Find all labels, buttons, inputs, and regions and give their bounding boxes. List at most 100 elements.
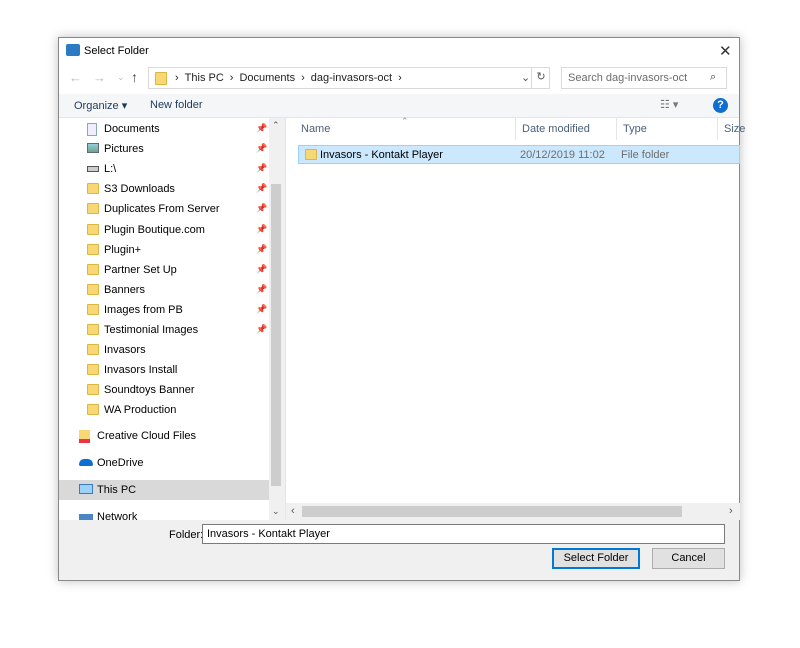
folder-icon — [87, 203, 99, 215]
breadcrumb-this-pc[interactable]: This PC — [185, 72, 224, 84]
close-button[interactable]: ✕ — [719, 42, 732, 60]
address-bar[interactable]: › This PC › Documents › dag-invasors-oct… — [148, 67, 550, 89]
pin-icon[interactable]: 📌 — [256, 143, 267, 154]
folder-icon — [305, 149, 317, 160]
pin-icon[interactable]: 📌 — [256, 163, 267, 174]
nav-item[interactable]: Plugin+ 📌 — [59, 240, 269, 260]
nav-item-label: Invasors — [104, 344, 146, 357]
organize-button[interactable]: Organize ▾ — [74, 99, 127, 112]
nav-item-label: Soundtoys Banner — [104, 384, 195, 397]
nav-item[interactable]: Invasors Install — [59, 360, 269, 380]
nav-root-item[interactable]: Creative Cloud Files — [59, 426, 269, 446]
folder-icon — [87, 404, 99, 416]
file-list-pane: ⌃ Name Date modified Type Size Invasors … — [285, 116, 745, 520]
up-button[interactable]: ↑ — [131, 69, 138, 85]
select-folder-button[interactable]: Select Folder — [552, 548, 640, 569]
nav-item[interactable]: S3 Downloads 📌 — [59, 179, 269, 199]
breadcrumb-separator: › — [301, 72, 305, 84]
nav-scrollbar[interactable]: ⌃ ⌄ — [269, 118, 283, 520]
nav-item[interactable]: WA Production — [59, 400, 269, 420]
nav-root-label: This PC — [97, 484, 137, 496]
nav-item[interactable]: Documents 📌 — [59, 119, 269, 139]
pin-icon[interactable]: 📌 — [256, 224, 267, 235]
nav-item-label: Invasors Install — [104, 364, 178, 377]
breadcrumb-separator: › — [229, 72, 234, 84]
nav-root-item[interactable]: This PC — [59, 480, 269, 500]
search-input[interactable]: Search dag-invasors-oct ⌕ — [561, 67, 727, 89]
nav-item-label: Testimonial Images — [104, 324, 199, 336]
folder-icon — [87, 183, 99, 195]
nav-item[interactable]: Invasors — [59, 340, 269, 360]
nav-item-label: Pictures — [104, 143, 144, 156]
help-icon[interactable]: ? — [713, 98, 728, 113]
refresh-button[interactable]: ↻ — [531, 67, 550, 89]
nav-item[interactable]: Soundtoys Banner — [59, 380, 269, 400]
folder-icon — [87, 243, 99, 255]
nav-item-label: L:\ — [104, 163, 117, 176]
nav-item[interactable]: Pictures 📌 — [59, 139, 269, 159]
forward-button[interactable]: → — [93, 70, 106, 85]
nav-item[interactable]: Partner Set Up 📌 — [59, 260, 269, 280]
pictures-icon — [87, 143, 99, 154]
horizontal-scroll-thumb[interactable] — [302, 506, 682, 517]
nav-item-label: WA Production — [104, 404, 177, 417]
nav-scroll-thumb[interactable] — [271, 184, 281, 486]
column-header-name[interactable]: Name — [295, 118, 516, 140]
scroll-down-icon[interactable]: ⌄ — [272, 506, 280, 517]
nav-item[interactable]: Banners 📌 — [59, 280, 269, 300]
pin-icon[interactable]: 📌 — [256, 203, 267, 214]
folder-icon — [87, 384, 99, 396]
folder-icon — [155, 72, 167, 85]
pin-icon[interactable]: 📌 — [256, 183, 267, 194]
view-options-icon[interactable]: ☷ ▾ — [660, 98, 678, 111]
nav-item[interactable]: Testimonial Images 📌 — [59, 320, 269, 340]
breadcrumb-dag-invasors-oct[interactable]: dag-invasors-oct — [311, 72, 392, 84]
nav-root-label: Network — [97, 511, 138, 523]
nav-item[interactable]: Plugin Boutique.com 📌 — [59, 220, 269, 240]
folder-icon — [87, 364, 99, 376]
nav-item-label: Banners — [104, 283, 145, 296]
pin-icon[interactable]: 📌 — [256, 264, 267, 275]
horizontal-scrollbar[interactable]: ‹ › — [286, 503, 740, 520]
breadcrumb-documents[interactable]: Documents — [239, 72, 295, 84]
scroll-left-icon[interactable]: ‹ — [291, 505, 295, 517]
folder-name-input[interactable]: Invasors - Kontakt Player — [202, 524, 725, 544]
nav-root-label: Creative Cloud Files — [97, 430, 197, 442]
folder-icon — [87, 303, 99, 315]
folder-icon — [87, 283, 99, 295]
pin-icon[interactable]: 📌 — [256, 244, 267, 255]
nav-item[interactable]: Duplicates From Server 📌 — [59, 199, 269, 219]
nav-item-label: Images from PB — [104, 303, 183, 316]
back-button[interactable]: ← — [69, 70, 82, 85]
nav-item-label: Duplicates From Server — [104, 203, 220, 216]
folder-icon — [87, 223, 99, 235]
pin-icon[interactable]: 📌 — [256, 304, 267, 315]
nav-root-item[interactable]: OneDrive — [59, 453, 269, 473]
folder-label: Folder: — [169, 529, 204, 541]
app-icon — [66, 44, 80, 56]
cancel-button[interactable]: Cancel — [652, 548, 725, 569]
pin-icon[interactable]: 📌 — [256, 284, 267, 295]
address-dropdown-icon[interactable]: ⌄ — [521, 71, 530, 84]
recent-chevron-icon[interactable]: ⌄ — [117, 72, 125, 83]
new-folder-button[interactable]: New folder — [150, 99, 203, 111]
creative-cloud-icon — [79, 430, 90, 443]
network-icon — [79, 514, 93, 520]
nav-item[interactable]: L:\ 📌 — [59, 159, 269, 179]
select-folder-dialog: Select Folder ✕ ← → ⌄ ↑ › This PC › Docu… — [58, 37, 745, 581]
file-row[interactable]: Invasors - Kontakt Player 20/12/2019 11:… — [298, 145, 740, 164]
column-header-date-modified[interactable]: Date modified — [516, 118, 617, 140]
pin-icon[interactable]: 📌 — [256, 123, 267, 134]
scroll-right-icon[interactable]: › — [729, 505, 733, 517]
scroll-up-icon[interactable]: ⌃ — [272, 120, 280, 131]
file-type: File folder — [621, 149, 670, 161]
column-header-type[interactable]: Type — [617, 118, 718, 140]
window-title: Select Folder — [84, 45, 149, 57]
nav-item[interactable]: Images from PB 📌 — [59, 300, 269, 320]
nav-item-label: Documents — [104, 123, 160, 135]
pin-icon[interactable]: 📌 — [256, 324, 267, 335]
column-header-size[interactable]: Size — [718, 118, 748, 140]
toolbar: Organize ▾ New folder ☷ ▾ ? — [59, 94, 739, 118]
file-date: 20/12/2019 11:02 — [520, 149, 605, 161]
breadcrumb-separator: › — [398, 72, 402, 84]
